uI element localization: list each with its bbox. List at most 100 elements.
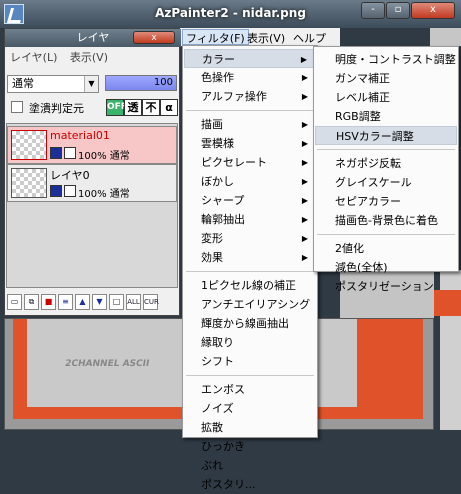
opacity-slider[interactable]: 100 [105, 75, 177, 91]
filter-menu-item-label: 縁取り [201, 336, 234, 349]
lock-icon[interactable] [64, 147, 76, 159]
filter-menu-item[interactable]: エンボス [184, 380, 316, 399]
minimize-button[interactable]: - [361, 2, 385, 19]
filter-menu-item[interactable]: ぼかし ▶ [184, 172, 316, 191]
color-submenu-item-label: 描画色-背景色に着色 [335, 214, 438, 227]
filter-menu-item[interactable]: シフト [184, 352, 316, 371]
lock-icon[interactable] [64, 185, 76, 197]
filter-menu-item[interactable]: シャープ ▶ [184, 191, 316, 210]
view-menu[interactable]: 表示(V) [70, 51, 108, 64]
close-button[interactable]: x [411, 2, 455, 19]
layer-panel-menu: レイヤ(L) 表示(V) [5, 49, 181, 67]
clear-icon[interactable]: □ [109, 294, 124, 310]
filter-menu-item-label: 色操作 [201, 71, 234, 84]
color-submenu-item[interactable]: ネガポジ反転 [315, 154, 457, 173]
delete-layer-icon[interactable]: ■ [41, 294, 56, 310]
chevron-right-icon: ▶ [301, 120, 308, 129]
color-submenu-item-label: グレイスケール [335, 176, 412, 189]
chevron-down-icon[interactable]: ▼ [84, 76, 98, 92]
toggle-alpha-button[interactable]: α [160, 99, 178, 116]
color-submenu-item[interactable]: 2値化 [315, 239, 457, 258]
color-submenu-item-label: RGB調整 [335, 110, 381, 123]
fill-reference-checkbox[interactable] [11, 101, 23, 113]
move-up-icon[interactable]: ▲ [75, 294, 90, 310]
color-submenu-item-label: ネガポジ反転 [335, 157, 401, 170]
filter-menu-item[interactable]: ぶれ [184, 456, 316, 475]
new-layer-icon[interactable]: ▭ [7, 294, 22, 310]
chevron-right-icon: ▶ [301, 177, 308, 186]
color-submenu-item-label: 減色(全体) [335, 261, 388, 274]
filter-menu-item[interactable]: ポスタリ... [184, 475, 316, 494]
layer-panel-close-button[interactable]: x [133, 31, 175, 44]
color-submenu-item[interactable]: グレイスケール [315, 173, 457, 192]
filter-menu-item-label: ひっかき [201, 440, 245, 453]
color-submenu-item[interactable]: ガンマ補正 [315, 69, 457, 88]
chevron-right-icon: ▶ [301, 253, 308, 262]
color-submenu-item[interactable]: 明度・コントラスト調整 [315, 50, 457, 69]
maximize-button[interactable]: ▫ [386, 2, 410, 19]
menu-view[interactable]: 表示(V) [244, 30, 288, 46]
color-submenu-item[interactable]: セピアカラー [315, 192, 457, 211]
fill-reference-label: 塗潰判定元 [29, 102, 84, 115]
title-bar: AzPainter2 - nidar.png - ▫ x [0, 0, 461, 28]
visibility-icon[interactable] [50, 147, 62, 159]
layer-menu[interactable]: レイヤ(L) [10, 51, 57, 64]
copy-layer-icon[interactable]: ⧉ [24, 294, 39, 310]
filter-menu-item[interactable]: 拡散 [184, 418, 316, 437]
filter-menu-item-label: シャープ [201, 194, 245, 207]
filter-menu-item-label: ぶれ [201, 459, 223, 472]
chevron-right-icon: ▶ [301, 196, 308, 205]
color-submenu-item[interactable]: RGB調整 [315, 107, 457, 126]
menu-separator [186, 110, 314, 111]
layer-name: material01 [50, 129, 110, 142]
layer-thumbnail [11, 168, 47, 198]
filter-menu-item-label: 効果 [201, 251, 223, 264]
menu-filter[interactable]: フィルタ(F) [182, 29, 249, 45]
toggle-transparent-button[interactable]: 透 [124, 99, 142, 116]
visibility-icon[interactable] [50, 185, 62, 197]
color-submenu-item[interactable]: レベル補正 [315, 88, 457, 107]
filter-menu-item-label: ノイズ [201, 402, 234, 415]
merge-layer-icon[interactable]: ≡ [58, 294, 73, 310]
color-submenu-item[interactable]: 描画色-背景色に着色 [315, 211, 457, 230]
filter-menu-item-label: カラー [202, 53, 235, 66]
color-submenu-item-label: HSVカラー調整 [336, 130, 414, 143]
filter-menu-item[interactable]: 縁取り [184, 333, 316, 352]
toggle-off-button[interactable]: OFF [106, 99, 127, 116]
filter-menu-item[interactable]: アンチエイリアシング [184, 295, 316, 314]
cur-button[interactable]: CUR [143, 294, 159, 310]
move-down-icon[interactable]: ▼ [92, 294, 107, 310]
layer-panel: レイヤ x レイヤ(L) 表示(V) 通常 ▼ 100 塗潰判定元 OFF 透 … [4, 28, 181, 316]
filter-menu-item[interactable]: アルファ操作 ▶ [184, 87, 316, 106]
color-submenu-item[interactable]: HSVカラー調整 [315, 126, 457, 145]
filter-menu-item[interactable]: ひっかき [184, 437, 316, 456]
blend-mode-select[interactable]: 通常 ▼ [7, 75, 99, 93]
filter-menu-item[interactable]: 変形 ▶ [184, 229, 316, 248]
filter-menu-item[interactable]: 輝度から線画抽出 [184, 314, 316, 333]
chevron-right-icon: ▶ [301, 92, 308, 101]
opacity-value: 100 [153, 77, 173, 88]
filter-menu-item[interactable]: カラー ▶ [184, 49, 316, 68]
toggle-not-button[interactable]: 不 [142, 99, 160, 116]
layer-item[interactable]: material01 100% 通常 [7, 126, 177, 164]
filter-menu-item[interactable]: ノイズ [184, 399, 316, 418]
filter-menu-item[interactable]: 色操作 ▶ [184, 68, 316, 87]
color-submenu-item[interactable]: ポスタリゼーション [315, 277, 457, 296]
color-submenu-item[interactable]: 減色(全体) [315, 258, 457, 277]
filter-menu-item[interactable]: 輪郭抽出 ▶ [184, 210, 316, 229]
filter-menu-item-label: ピクセレート [201, 156, 267, 169]
filter-menu-item-label: エンボス [201, 383, 245, 396]
chevron-right-icon: ▶ [301, 139, 308, 148]
filter-menu-item[interactable]: 雲模様 ▶ [184, 134, 316, 153]
all-button[interactable]: ALL [126, 294, 141, 310]
filter-menu-item-label: 輪郭抽出 [201, 213, 245, 226]
filter-menu-item[interactable]: 描画 ▶ [184, 115, 316, 134]
filter-menu-item[interactable]: 1ピクセル線の補正 [184, 276, 316, 295]
filter-menu-item-label: 変形 [201, 232, 223, 245]
color-submenu-item-label: ガンマ補正 [335, 72, 390, 85]
filter-menu-item-label: ポスタリ... [201, 478, 256, 491]
layer-item[interactable]: レイヤ0 100% 通常 [7, 164, 177, 202]
filter-menu-item[interactable]: ピクセレート ▶ [184, 153, 316, 172]
filter-menu-item[interactable]: 効果 ▶ [184, 248, 316, 267]
filter-menu-item-label: アルファ操作 [201, 90, 267, 103]
